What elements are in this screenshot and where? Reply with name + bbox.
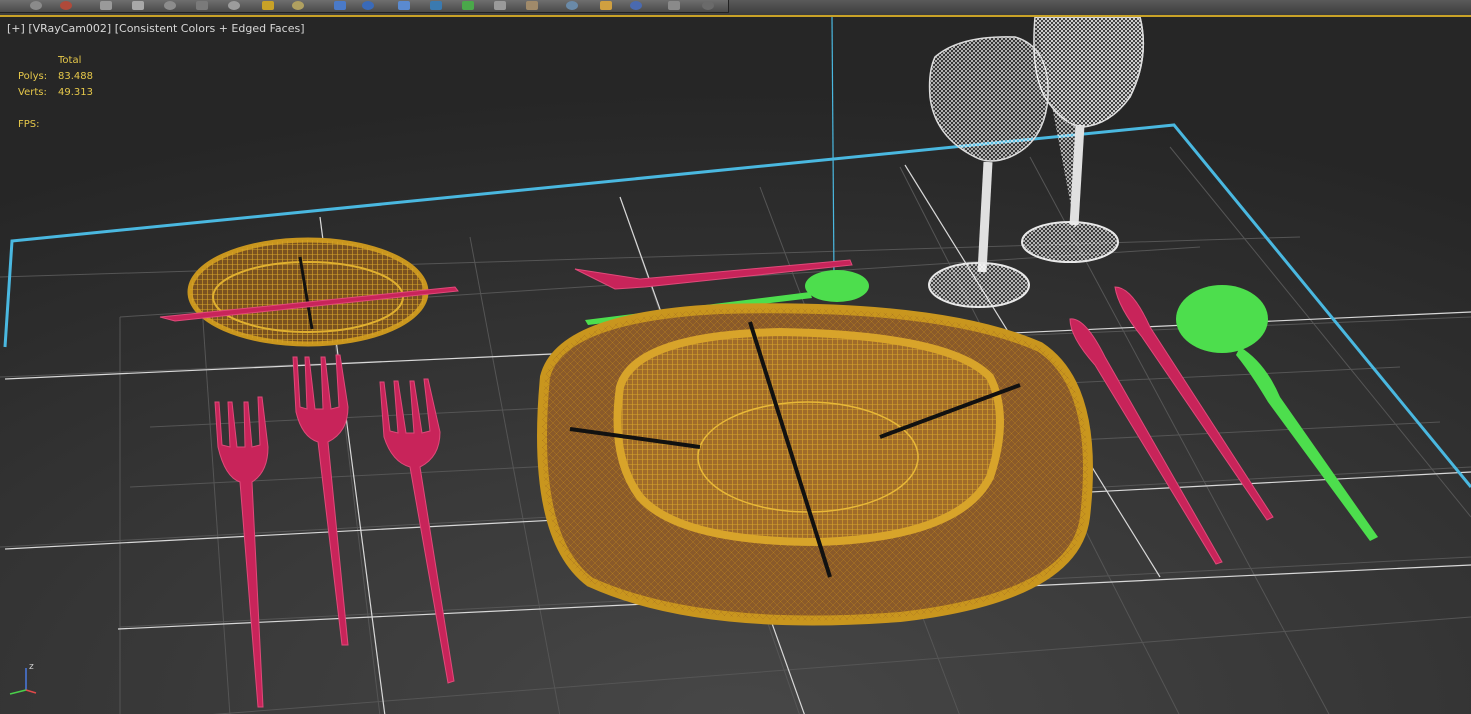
viewport-camera-label[interactable]: [VRayCam002] <box>28 22 111 35</box>
material-icon[interactable] <box>600 1 612 10</box>
select-region-icon[interactable] <box>228 1 240 10</box>
scale-icon[interactable] <box>334 1 346 10</box>
render-icon[interactable] <box>668 1 680 10</box>
viewport-label: [+] [VRayCam002] [Consistent Colors + Ed… <box>7 22 305 35</box>
polys-label: Polys: <box>18 71 48 82</box>
bind-icon[interactable] <box>164 1 176 10</box>
layer-icon[interactable] <box>526 1 538 10</box>
verts-value: 49.313 <box>58 87 93 98</box>
polys-value: 83.488 <box>58 71 93 82</box>
unlink-icon[interactable] <box>132 1 144 10</box>
bread-plate[interactable] <box>187 237 429 347</box>
mirror-icon[interactable] <box>462 1 474 10</box>
select-icon[interactable] <box>196 1 208 10</box>
viewport-menu-plus[interactable]: [+] <box>7 22 25 35</box>
curve-editor-icon[interactable] <box>566 1 578 10</box>
percent-snap-icon[interactable] <box>430 1 442 10</box>
scene-canvas[interactable] <box>0 17 1471 714</box>
move-icon[interactable] <box>262 1 274 10</box>
stats-header: Total <box>58 55 82 66</box>
rotate-icon[interactable] <box>292 1 304 10</box>
axis-z-label: z <box>29 662 34 672</box>
main-toolbar <box>0 0 1471 16</box>
toolbar-strip <box>0 0 729 13</box>
angle-snap-icon[interactable] <box>398 1 410 10</box>
viewport-shading-label[interactable]: [Consistent Colors + Edged Faces] <box>115 22 305 35</box>
perspective-viewport[interactable]: [+] [VRayCam002] [Consistent Colors + Ed… <box>0 15 1471 714</box>
verts-label: Verts: <box>18 87 47 98</box>
undo-icon[interactable] <box>30 1 42 10</box>
fps-label: FPS: <box>18 119 40 130</box>
align-icon[interactable] <box>494 1 506 10</box>
render-setup-icon[interactable] <box>630 1 642 10</box>
snap-icon[interactable] <box>362 1 374 10</box>
redo-icon[interactable] <box>60 1 72 10</box>
axis-tripod-icon: z <box>9 662 37 695</box>
teapot-icon[interactable] <box>702 1 714 10</box>
link-icon[interactable] <box>100 1 112 10</box>
